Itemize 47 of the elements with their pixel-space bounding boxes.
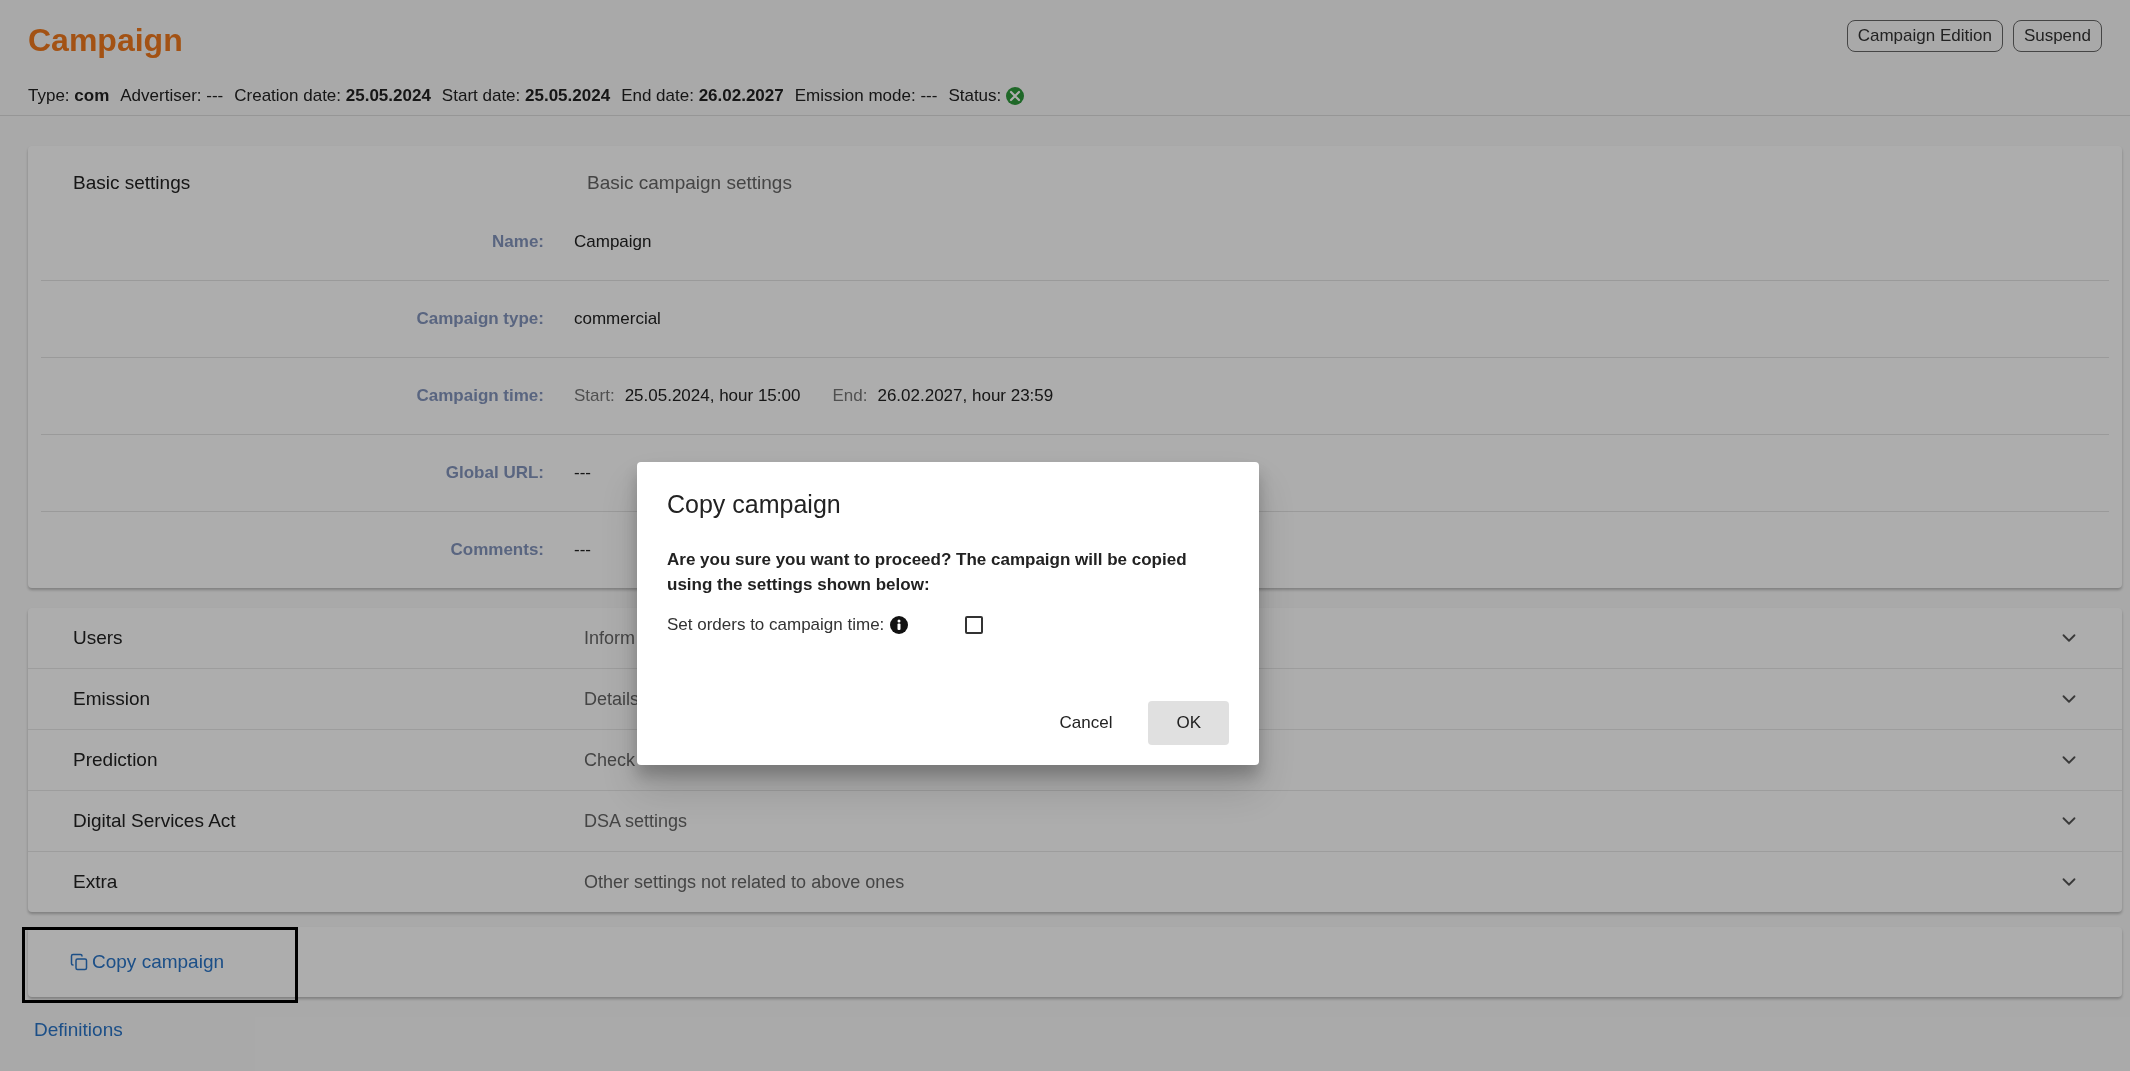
status-icon xyxy=(1006,87,1025,105)
copy-link[interactable]: Copy campaign xyxy=(70,951,225,973)
checkbox[interactable] xyxy=(965,616,984,634)
end-label: End: xyxy=(832,386,868,406)
meta-info: Advertiser: --- xyxy=(120,86,224,106)
section-title: Prediction xyxy=(73,749,158,771)
info-icon xyxy=(890,616,909,634)
field-value: 25.05.2024, hour 15:00 xyxy=(624,386,801,406)
field-label: Campaign type: xyxy=(416,309,544,329)
field-label: Campaign time: xyxy=(416,386,544,406)
meta-info: Creation date: 25.05.2024 xyxy=(234,86,431,106)
section-description: Check xyxy=(584,749,636,771)
meta-info: Start date: 25.05.2024 xyxy=(441,86,611,106)
field-label: Name: xyxy=(492,232,544,252)
field-label: Global URL: xyxy=(445,463,544,483)
section-description: DSA settings xyxy=(584,810,688,832)
meta-info: Emission mode: --- xyxy=(794,86,938,106)
section-title: Basic settings xyxy=(73,172,192,194)
accordion-row[interactable]: Digital Services Act DSA settings xyxy=(28,791,2122,852)
section-title: Users xyxy=(73,627,123,649)
header-button[interactable]: Campaign Edition xyxy=(1846,20,2003,52)
field-label: Comments: xyxy=(450,540,544,560)
start-label: Start: xyxy=(574,386,615,406)
dialog-title: Copy campaign xyxy=(667,490,842,519)
section-title: Extra xyxy=(73,871,118,893)
section-title: Emission xyxy=(73,688,151,710)
option-label: Set orders to campaign time: xyxy=(667,615,885,635)
page-title: Campaign xyxy=(28,21,184,60)
section-description: Details xyxy=(584,688,640,710)
section-description: Other settings not related to above ones xyxy=(584,871,905,893)
section-description: Basic campaign settings xyxy=(587,172,793,194)
section-description: Inform xyxy=(584,627,635,649)
meta-info: End date: 26.02.2027 xyxy=(621,86,784,106)
field-value: --- xyxy=(574,540,591,560)
dialog-button[interactable]: OK xyxy=(1148,701,1229,745)
header-button[interactable]: Suspend xyxy=(2012,20,2102,52)
field-value: Campaign xyxy=(574,232,652,252)
dialog-message: Are you sure you want to proceed? The campaign will be copied using the settings shown below: xyxy=(667,549,1188,596)
status-label: Status: xyxy=(948,86,1002,106)
field-value: --- xyxy=(574,463,591,483)
field-value: commercial xyxy=(574,309,661,329)
section-title: Digital Services Act xyxy=(73,810,236,832)
definitions-link[interactable]: Definitions xyxy=(34,1019,123,1041)
field-value: 26.02.2027, hour 23:59 xyxy=(877,386,1054,406)
meta-info: Type: com xyxy=(28,86,110,106)
accordion-row[interactable]: Extra Other settings not related to above ones xyxy=(28,852,2122,912)
copy-icon xyxy=(70,953,88,971)
